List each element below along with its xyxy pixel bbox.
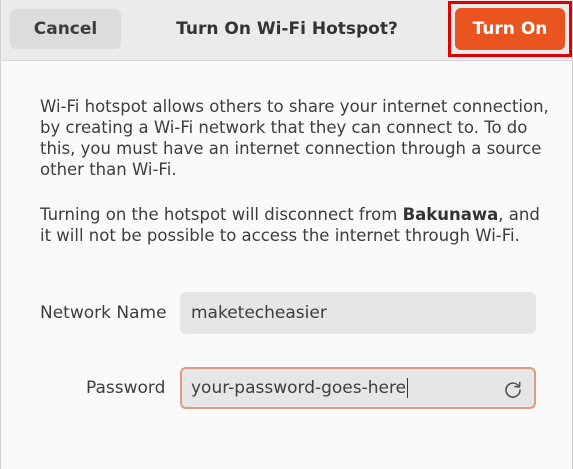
turn-on-button[interactable]: Turn On [455, 8, 565, 50]
text-caret [407, 378, 409, 398]
network-name-value: maketecheasier [191, 303, 327, 323]
password-label: Password [86, 378, 166, 398]
network-name-label: Network Name [40, 303, 167, 323]
warning-text-start: Turning on the hotspot will disconnect f… [40, 205, 403, 224]
hotspot-description: Wi-Fi hotspot allows others to share you… [40, 97, 549, 179]
hotspot-dialog: Cancel Turn On Wi-Fi Hotspot? Turn On Wi… [0, 0, 573, 469]
password-value: your-password-goes-here [191, 378, 407, 398]
dialog-header: Cancel Turn On Wi-Fi Hotspot? Turn On [1, 0, 572, 61]
password-field[interactable]: your-password-goes-here [180, 367, 536, 409]
cancel-button[interactable]: Cancel [10, 9, 121, 49]
network-name-field[interactable]: maketecheasier [180, 292, 536, 334]
dialog-title: Turn On Wi-Fi Hotspot? [176, 19, 398, 39]
current-network-name: Bakunawa [402, 205, 499, 224]
refresh-icon[interactable] [502, 377, 524, 399]
disconnect-warning: Turning on the hotspot will disconnect f… [40, 204, 550, 246]
